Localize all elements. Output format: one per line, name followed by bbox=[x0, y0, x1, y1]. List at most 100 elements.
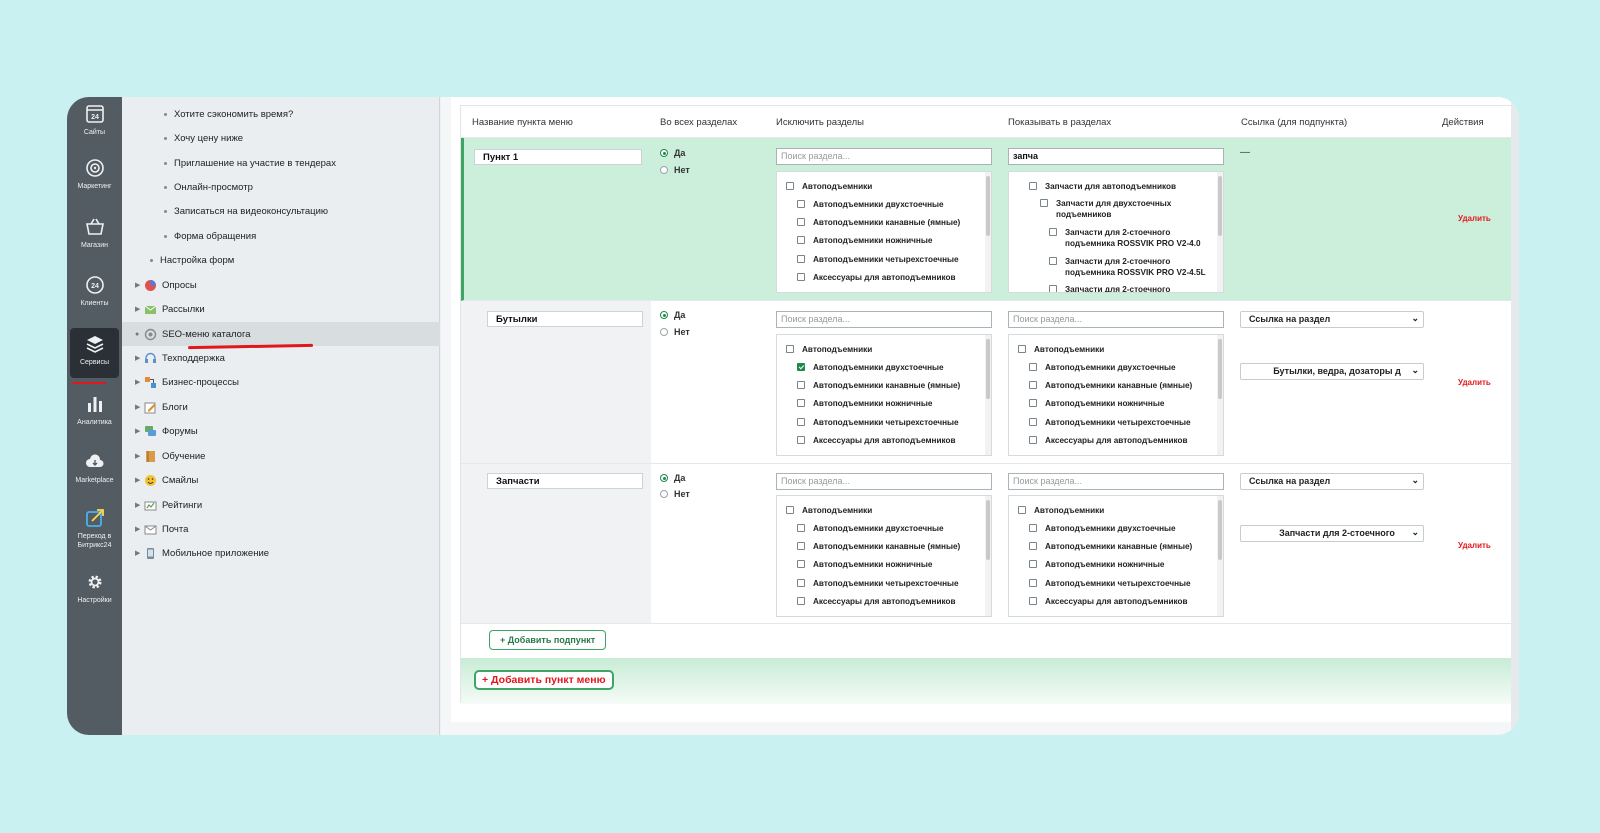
scrollbar[interactable] bbox=[1217, 172, 1223, 292]
show-listbox[interactable]: Автоподъемники Автоподъемники двухстоечн… bbox=[1008, 334, 1224, 456]
show-listbox[interactable]: Запчасти для автоподъемников Запчасти дл… bbox=[1008, 171, 1224, 293]
radio-all-yes[interactable]: Да bbox=[660, 473, 685, 483]
expand-arrow-icon[interactable]: ▶ bbox=[135, 476, 140, 484]
link-section-select[interactable]: Бутылки, ведра, дозаторы д ⌄ bbox=[1240, 363, 1424, 380]
checkbox[interactable] bbox=[1040, 199, 1048, 207]
checkbox[interactable] bbox=[1029, 399, 1037, 407]
expand-arrow-icon[interactable]: ▶ bbox=[135, 525, 140, 533]
checkbox[interactable] bbox=[1018, 506, 1026, 514]
radio-all-yes[interactable]: Да bbox=[660, 148, 685, 158]
list-item[interactable]: Автоподъемники ножничные bbox=[1029, 559, 1164, 570]
checkbox[interactable] bbox=[797, 236, 805, 244]
checkbox[interactable] bbox=[1049, 228, 1057, 236]
tree-item-mail[interactable]: ▶ Почта bbox=[122, 517, 440, 541]
expand-arrow-icon[interactable]: ▶ bbox=[135, 305, 140, 313]
checkbox[interactable] bbox=[1029, 542, 1037, 550]
expand-arrow-icon[interactable]: ▶ bbox=[135, 501, 140, 509]
list-item[interactable]: Аксессуары для автоподъемников bbox=[797, 272, 956, 283]
menu-name-input[interactable]: Бутылки bbox=[487, 311, 643, 327]
tree-item-mailings[interactable]: ▶ Рассылки bbox=[122, 297, 440, 321]
exclude-search-input[interactable]: Поиск раздела... bbox=[776, 473, 992, 490]
expand-arrow-icon[interactable]: ● bbox=[135, 331, 139, 338]
checkbox[interactable] bbox=[1029, 579, 1037, 587]
tree-item-form-settings[interactable]: Настройка форм bbox=[122, 248, 440, 272]
checkbox[interactable] bbox=[797, 255, 805, 263]
checkbox[interactable] bbox=[797, 218, 805, 226]
checkbox[interactable] bbox=[1018, 345, 1026, 353]
list-item[interactable]: Автоподъемники канавные (ямные) bbox=[797, 217, 960, 228]
tree-item-ratings[interactable]: ▶ Рейтинги bbox=[122, 493, 440, 517]
list-item[interactable]: Запчасти для 2-стоечного bbox=[1049, 284, 1214, 292]
list-item[interactable]: Автоподъемники bbox=[786, 505, 872, 516]
checkbox[interactable] bbox=[797, 542, 805, 550]
tree-subitem[interactable]: Приглашение на участие в тендерах bbox=[122, 151, 440, 175]
list-item[interactable]: Автоподъемники четырехстоечные bbox=[1029, 578, 1191, 589]
show-listbox[interactable]: Автоподъемники Автоподъемники двухстоечн… bbox=[1008, 495, 1224, 617]
list-item[interactable]: Автоподъемники канавные (ямные) bbox=[797, 380, 960, 391]
checkbox[interactable] bbox=[797, 200, 805, 208]
radio-all-no[interactable]: Нет bbox=[660, 489, 690, 499]
checkbox[interactable] bbox=[797, 273, 805, 281]
rail-item-shop[interactable]: Магазин bbox=[67, 216, 122, 250]
checkbox[interactable] bbox=[1029, 182, 1037, 190]
exclude-search-input[interactable]: Поиск раздела... bbox=[776, 311, 992, 328]
expand-arrow-icon[interactable]: ▶ bbox=[135, 403, 140, 411]
expand-arrow-icon[interactable]: ▶ bbox=[135, 452, 140, 460]
checkbox[interactable] bbox=[786, 182, 794, 190]
exclude-listbox[interactable]: Автоподъемники Автоподъемники двухстоечн… bbox=[776, 495, 992, 617]
list-item[interactable]: Запчасти для двухстоечных подъемников bbox=[1040, 198, 1200, 220]
checkbox[interactable] bbox=[1029, 436, 1037, 444]
rail-item-services[interactable]: Сервисы bbox=[70, 328, 119, 378]
list-item[interactable]: Аксессуары для автоподъемников bbox=[1029, 435, 1188, 446]
checkbox[interactable] bbox=[1029, 363, 1037, 371]
checkbox[interactable] bbox=[797, 418, 805, 426]
show-search-input[interactable]: Поиск раздела... bbox=[1008, 473, 1224, 490]
tree-item-bizproc[interactable]: ▶ Бизнес-процессы bbox=[122, 370, 440, 394]
rail-item-marketplace[interactable]: Marketplace bbox=[67, 451, 122, 485]
radio-dot[interactable] bbox=[660, 311, 668, 319]
scrollbar[interactable] bbox=[1217, 335, 1223, 455]
tree-item-mobile-app[interactable]: ▶ Мобильное приложение bbox=[122, 541, 440, 565]
rail-item-analytics[interactable]: Аналитика bbox=[67, 393, 122, 427]
checkbox[interactable] bbox=[797, 597, 805, 605]
tree-item-support[interactable]: ▶ Техподдержка bbox=[122, 346, 440, 370]
tree-subitem[interactable]: Хотите сэкономить время? bbox=[122, 102, 440, 126]
checkbox[interactable] bbox=[797, 399, 805, 407]
checkbox[interactable] bbox=[1029, 597, 1037, 605]
checkbox[interactable] bbox=[797, 560, 805, 568]
tree-item-smiles[interactable]: ▶ Смайлы bbox=[122, 468, 440, 492]
list-item[interactable]: Автоподъемники bbox=[786, 344, 872, 355]
list-item[interactable]: Автоподъемники bbox=[1018, 344, 1104, 355]
list-item[interactable]: Автоподъемники двухстоечные bbox=[797, 199, 944, 210]
rail-item-bitrix24[interactable]: Переход в Битрикс24 bbox=[67, 507, 122, 550]
tree-item-seo-menu[interactable]: ● SEO-меню каталога bbox=[122, 322, 440, 346]
show-search-input[interactable]: запча bbox=[1008, 148, 1224, 165]
list-item[interactable]: Запчасти для автоподъемников bbox=[1029, 181, 1176, 192]
exclude-listbox[interactable]: Автоподъемники Автоподъемники двухстоечн… bbox=[776, 171, 992, 293]
list-item[interactable]: Автоподъемники канавные (ямные) bbox=[1029, 541, 1192, 552]
list-item[interactable]: Автоподъемники bbox=[1018, 505, 1104, 516]
checkbox[interactable] bbox=[797, 579, 805, 587]
scrollbar[interactable] bbox=[985, 172, 991, 292]
menu-name-input[interactable]: Пункт 1 bbox=[474, 149, 642, 165]
radio-all-yes[interactable]: Да bbox=[660, 310, 685, 320]
list-item[interactable]: Запчасти для 2-стоечного подъемника ROSS… bbox=[1049, 256, 1214, 278]
list-item[interactable]: Автоподъемники двухстоечные bbox=[797, 362, 944, 373]
list-item[interactable]: Аксессуары для автоподъемников bbox=[1029, 596, 1188, 607]
checkbox-checked[interactable] bbox=[797, 363, 805, 371]
list-item[interactable]: Запчасти для 2-стоечного подъемника ROSS… bbox=[1049, 227, 1214, 249]
list-item[interactable]: Автоподъемники ножничные bbox=[797, 235, 932, 246]
scrollbar[interactable] bbox=[985, 335, 991, 455]
radio-dot[interactable] bbox=[660, 490, 668, 498]
list-item[interactable]: Автоподъемники канавные (ямные) bbox=[797, 541, 960, 552]
checkbox[interactable] bbox=[1029, 560, 1037, 568]
list-item[interactable]: Аксессуары для автоподъемников bbox=[797, 596, 956, 607]
list-item[interactable]: Автоподъемники канавные (ямные) bbox=[1029, 380, 1192, 391]
tree-subitem[interactable]: Записаться на видеоконсультацию bbox=[122, 199, 440, 223]
tree-item-forums[interactable]: ▶ Форумы bbox=[122, 419, 440, 443]
list-item[interactable]: Автоподъемники двухстоечные bbox=[797, 523, 944, 534]
delete-link[interactable]: Удалить bbox=[1458, 541, 1491, 550]
radio-dot[interactable] bbox=[660, 328, 668, 336]
checkbox[interactable] bbox=[1029, 381, 1037, 389]
checkbox[interactable] bbox=[797, 524, 805, 532]
